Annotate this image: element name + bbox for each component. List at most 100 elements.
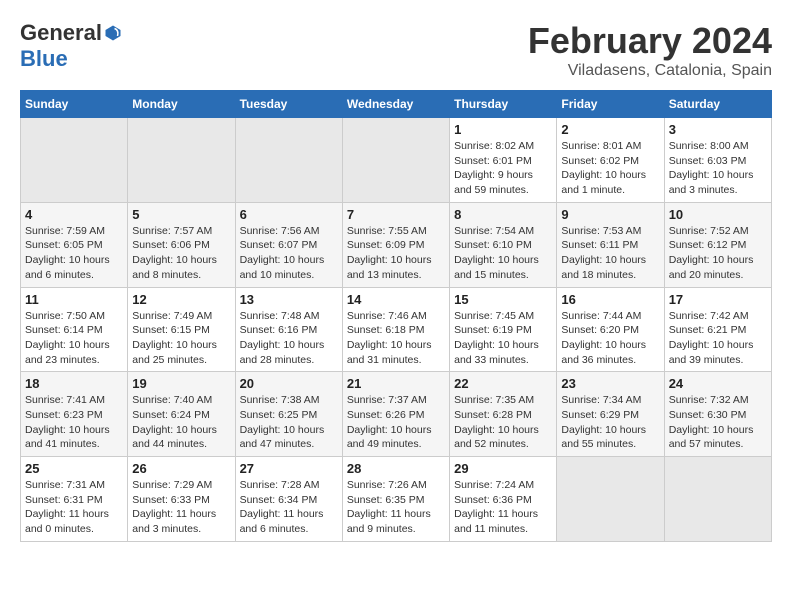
calendar-cell: 28 Sunrise: 7:26 AMSunset: 6:35 PMDayligh… bbox=[342, 457, 449, 542]
column-header-thursday: Thursday bbox=[450, 91, 557, 118]
calendar-cell: 5Sunrise: 7:57 AMSunset: 6:06 PMDaylight… bbox=[128, 202, 235, 287]
day-number: 18 bbox=[25, 376, 123, 391]
day-number: 8 bbox=[454, 207, 552, 222]
day-detail: Sunrise: 7:26 AMSunset: 6:35 PMDaylight:… bbox=[347, 478, 445, 537]
day-number: 3 bbox=[669, 122, 767, 137]
calendar-cell: 8 Sunrise: 7:54 AMSunset: 6:10 PMDaylight… bbox=[450, 202, 557, 287]
calendar-cell: 24 Sunrise: 7:32 AMSunset: 6:30 PMDayligh… bbox=[664, 372, 771, 457]
calendar-cell: 9Sunrise: 7:53 AMSunset: 6:11 PMDaylight… bbox=[557, 202, 664, 287]
day-number: 28 bbox=[347, 461, 445, 476]
day-number: 19 bbox=[132, 376, 230, 391]
day-detail: Sunrise: 7:29 AMSunset: 6:33 PMDaylight:… bbox=[132, 478, 230, 537]
day-detail: Sunrise: 7:34 AMSunset: 6:29 PMDaylight:… bbox=[561, 393, 659, 452]
day-number: 15 bbox=[454, 292, 552, 307]
day-number: 22 bbox=[454, 376, 552, 391]
day-number: 4 bbox=[25, 207, 123, 222]
day-number: 11 bbox=[25, 292, 123, 307]
title-area: February 2024 Viladasens, Catalonia, Spa… bbox=[528, 20, 772, 80]
calendar-cell bbox=[664, 457, 771, 542]
calendar-cell: 23 Sunrise: 7:34 AMSunset: 6:29 PMDayligh… bbox=[557, 372, 664, 457]
day-number: 13 bbox=[240, 292, 338, 307]
day-detail: Sunrise: 7:52 AMSunset: 6:12 PMDaylight:… bbox=[669, 224, 767, 283]
day-detail: Sunrise: 7:35 AMSunset: 6:28 PMDaylight:… bbox=[454, 393, 552, 452]
calendar-table: SundayMondayTuesdayWednesdayThursdayFrid… bbox=[20, 90, 772, 542]
day-number: 16 bbox=[561, 292, 659, 307]
calendar-cell bbox=[128, 118, 235, 203]
day-detail: Sunrise: 7:50 AMSunset: 6:14 PMDaylight:… bbox=[25, 309, 123, 368]
calendar-cell: 6 Sunrise: 7:56 AMSunset: 6:07 PMDaylight… bbox=[235, 202, 342, 287]
day-detail: Sunrise: 7:38 AMSunset: 6:25 PMDaylight:… bbox=[240, 393, 338, 452]
column-header-saturday: Saturday bbox=[664, 91, 771, 118]
day-detail: Sunrise: 7:55 AMSunset: 6:09 PMDaylight:… bbox=[347, 224, 445, 283]
day-number: 14 bbox=[347, 292, 445, 307]
day-number: 24 bbox=[669, 376, 767, 391]
main-title: February 2024 bbox=[528, 20, 772, 62]
header-row: SundayMondayTuesdayWednesdayThursdayFrid… bbox=[21, 91, 772, 118]
calendar-cell bbox=[235, 118, 342, 203]
day-number: 10 bbox=[669, 207, 767, 222]
calendar-cell bbox=[557, 457, 664, 542]
calendar-cell: 18 Sunrise: 7:41 AMSunset: 6:23 PMDayligh… bbox=[21, 372, 128, 457]
day-detail: Sunrise: 7:28 AMSunset: 6:34 PMDaylight:… bbox=[240, 478, 338, 537]
day-detail: Sunrise: 7:41 AMSunset: 6:23 PMDaylight:… bbox=[25, 393, 123, 452]
calendar-cell: 12Sunrise: 7:49 AMSunset: 6:15 PMDayligh… bbox=[128, 287, 235, 372]
calendar-body: 1 Sunrise: 8:02 AMSunset: 6:01 PMDaylight… bbox=[21, 118, 772, 542]
calendar-cell: 11 Sunrise: 7:50 AMSunset: 6:14 PMDayligh… bbox=[21, 287, 128, 372]
day-detail: Sunrise: 7:53 AMSunset: 6:11 PMDaylight:… bbox=[561, 224, 659, 283]
day-number: 17 bbox=[669, 292, 767, 307]
day-number: 12 bbox=[132, 292, 230, 307]
calendar-cell: 1 Sunrise: 8:02 AMSunset: 6:01 PMDaylight… bbox=[450, 118, 557, 203]
calendar-cell: 2 Sunrise: 8:01 AMSunset: 6:02 PMDaylight… bbox=[557, 118, 664, 203]
week-row-3: 11 Sunrise: 7:50 AMSunset: 6:14 PMDayligh… bbox=[21, 287, 772, 372]
logo-blue: Blue bbox=[20, 46, 68, 72]
logo: General Blue bbox=[20, 20, 122, 72]
day-detail: Sunrise: 7:37 AMSunset: 6:26 PMDaylight:… bbox=[347, 393, 445, 452]
column-header-tuesday: Tuesday bbox=[235, 91, 342, 118]
calendar-cell: 29 Sunrise: 7:24 AMSunset: 6:36 PMDayligh… bbox=[450, 457, 557, 542]
calendar-cell: 22 Sunrise: 7:35 AMSunset: 6:28 PMDayligh… bbox=[450, 372, 557, 457]
calendar-cell: 14Sunrise: 7:46 AMSunset: 6:18 PMDayligh… bbox=[342, 287, 449, 372]
logo-general: General bbox=[20, 20, 102, 46]
day-detail: Sunrise: 7:24 AMSunset: 6:36 PMDaylight:… bbox=[454, 478, 552, 537]
day-detail: Sunrise: 8:01 AMSunset: 6:02 PMDaylight:… bbox=[561, 139, 659, 198]
day-detail: Sunrise: 7:45 AMSunset: 6:19 PMDaylight:… bbox=[454, 309, 552, 368]
day-detail: Sunrise: 7:57 AMSunset: 6:06 PMDaylight:… bbox=[132, 224, 230, 283]
calendar-cell: 19Sunrise: 7:40 AMSunset: 6:24 PMDayligh… bbox=[128, 372, 235, 457]
header: General Blue February 2024 Viladasens, C… bbox=[20, 20, 772, 80]
calendar-cell: 16 Sunrise: 7:44 AMSunset: 6:20 PMDayligh… bbox=[557, 287, 664, 372]
calendar-cell: 21 Sunrise: 7:37 AMSunset: 6:26 PMDayligh… bbox=[342, 372, 449, 457]
calendar-cell: 13 Sunrise: 7:48 AMSunset: 6:16 PMDayligh… bbox=[235, 287, 342, 372]
calendar-cell bbox=[342, 118, 449, 203]
calendar-cell: 26 Sunrise: 7:29 AMSunset: 6:33 PMDayligh… bbox=[128, 457, 235, 542]
day-number: 26 bbox=[132, 461, 230, 476]
calendar-cell: 3Sunrise: 8:00 AMSunset: 6:03 PMDaylight… bbox=[664, 118, 771, 203]
calendar-cell bbox=[21, 118, 128, 203]
day-detail: Sunrise: 7:59 AMSunset: 6:05 PMDaylight:… bbox=[25, 224, 123, 283]
day-number: 6 bbox=[240, 207, 338, 222]
day-number: 21 bbox=[347, 376, 445, 391]
day-number: 1 bbox=[454, 122, 552, 137]
day-number: 23 bbox=[561, 376, 659, 391]
day-number: 29 bbox=[454, 461, 552, 476]
calendar-header: SundayMondayTuesdayWednesdayThursdayFrid… bbox=[21, 91, 772, 118]
week-row-2: 4 Sunrise: 7:59 AMSunset: 6:05 PMDaylight… bbox=[21, 202, 772, 287]
calendar-cell: 4 Sunrise: 7:59 AMSunset: 6:05 PMDaylight… bbox=[21, 202, 128, 287]
day-detail: Sunrise: 7:56 AMSunset: 6:07 PMDaylight:… bbox=[240, 224, 338, 283]
week-row-1: 1 Sunrise: 8:02 AMSunset: 6:01 PMDaylight… bbox=[21, 118, 772, 203]
column-header-wednesday: Wednesday bbox=[342, 91, 449, 118]
day-detail: Sunrise: 7:31 AMSunset: 6:31 PMDaylight:… bbox=[25, 478, 123, 537]
day-detail: Sunrise: 7:54 AMSunset: 6:10 PMDaylight:… bbox=[454, 224, 552, 283]
day-detail: Sunrise: 7:32 AMSunset: 6:30 PMDaylight:… bbox=[669, 393, 767, 452]
day-detail: Sunrise: 7:44 AMSunset: 6:20 PMDaylight:… bbox=[561, 309, 659, 368]
day-number: 7 bbox=[347, 207, 445, 222]
week-row-5: 25Sunrise: 7:31 AMSunset: 6:31 PMDayligh… bbox=[21, 457, 772, 542]
column-header-sunday: Sunday bbox=[21, 91, 128, 118]
day-detail: Sunrise: 7:48 AMSunset: 6:16 PMDaylight:… bbox=[240, 309, 338, 368]
column-header-monday: Monday bbox=[128, 91, 235, 118]
subtitle: Viladasens, Catalonia, Spain bbox=[528, 62, 772, 80]
day-detail: Sunrise: 8:02 AMSunset: 6:01 PMDaylight:… bbox=[454, 139, 552, 198]
calendar-cell: 25Sunrise: 7:31 AMSunset: 6:31 PMDayligh… bbox=[21, 457, 128, 542]
day-number: 2 bbox=[561, 122, 659, 137]
week-row-4: 18 Sunrise: 7:41 AMSunset: 6:23 PMDayligh… bbox=[21, 372, 772, 457]
day-number: 27 bbox=[240, 461, 338, 476]
